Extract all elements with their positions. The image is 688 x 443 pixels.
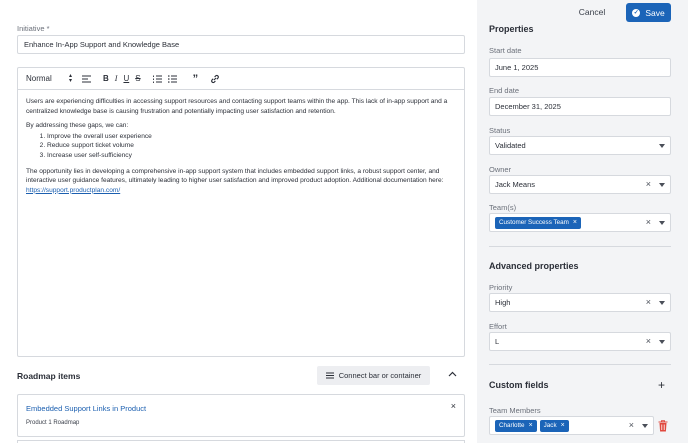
start-date-value: June 1, 2025	[495, 63, 539, 72]
clear-icon[interactable]: ×	[646, 297, 651, 307]
list-icon	[325, 372, 334, 379]
owner-label: Owner	[489, 165, 512, 174]
initiative-name-input[interactable]: Enhance In-App Support and Knowledge Bas…	[17, 35, 465, 54]
updown-icon: ▴ ▾	[68, 72, 72, 84]
member-chip-label: Jack	[543, 422, 557, 429]
connect-bar-label: Connect bar or container	[338, 371, 422, 380]
cancel-button[interactable]: Cancel	[573, 3, 611, 21]
teams-select[interactable]: Customer Success Team × ×	[489, 213, 671, 232]
advanced-properties-title: Advanced properties	[489, 261, 579, 271]
team-members-label: Team Members	[489, 406, 541, 415]
teams-label: Team(s)	[489, 203, 517, 212]
owner-select[interactable]: Jack Means ×	[489, 175, 671, 194]
clear-icon[interactable]: ×	[646, 336, 651, 346]
roadmap-item-card: Embedded Support Links in Product Produc…	[17, 394, 465, 437]
clear-icon[interactable]: ×	[646, 179, 651, 189]
priority-label: Priority	[489, 283, 513, 292]
bullet-list-icon[interactable]	[167, 72, 177, 86]
remove-chip-icon[interactable]: ×	[529, 422, 533, 429]
editor-content[interactable]: Users are experiencing difficulties in a…	[18, 90, 464, 207]
roadmap-item-subtitle: Product 1 Roadmap	[26, 420, 80, 426]
underline-icon[interactable]: U	[123, 72, 129, 86]
roadmap-items-title: Roadmap items	[17, 371, 81, 381]
status-value: Validated	[495, 141, 526, 150]
heading-select-value: Normal	[26, 74, 52, 83]
roadmap-item-title[interactable]: Embedded Support Links in Product	[26, 404, 146, 413]
italic-icon[interactable]: I	[115, 72, 118, 86]
priority-value: High	[495, 298, 511, 307]
paragraph-3: The opportunity lies in developing a com…	[26, 167, 456, 196]
team-members-select[interactable]: Charlotte × Jack × ×	[489, 416, 654, 435]
numbered-list: Improve the overall user experience Redu…	[47, 132, 456, 161]
chevron-down-icon	[659, 340, 665, 344]
clear-icon[interactable]: ×	[646, 217, 651, 227]
status-select[interactable]: Validated	[489, 136, 671, 155]
initiative-editor: Cancel ✓ Save Initiative * Enhance In-Ap…	[0, 0, 688, 443]
list-item: Increase user self-sufficiency	[47, 151, 456, 161]
bold-icon[interactable]: B	[103, 72, 109, 86]
effort-label: Effort	[489, 322, 507, 331]
list-item: Improve the overall user experience	[47, 132, 456, 142]
connect-bar-button[interactable]: Connect bar or container	[317, 366, 430, 385]
editor-toolbar: Normal ▴ ▾ B I U S ”	[18, 68, 464, 90]
start-date-label: Start date	[489, 46, 522, 55]
effort-value: L	[495, 337, 500, 346]
paragraph-1: Users are experiencing difficulties in a…	[26, 98, 448, 115]
effort-select[interactable]: L ×	[489, 332, 671, 351]
save-label: Save	[645, 7, 665, 18]
divider	[489, 364, 671, 365]
trash-icon[interactable]	[658, 419, 668, 432]
member-chip: Jack ×	[539, 419, 569, 432]
paragraph-3-text: The opportunity lies in developing a com…	[26, 167, 444, 185]
owner-value: Jack Means	[495, 180, 536, 189]
chevron-down-icon	[659, 183, 665, 187]
quote-icon[interactable]: ”	[193, 72, 199, 86]
documentation-link[interactable]: https://support.productplan.com/	[26, 187, 120, 194]
remove-chip-icon[interactable]: ×	[573, 219, 577, 226]
team-chip-label: Customer Success Team	[499, 219, 569, 226]
custom-fields-title: Custom fields	[489, 380, 549, 390]
close-icon[interactable]: ×	[451, 401, 456, 411]
list-item: Reduce support ticket volume	[47, 141, 456, 151]
status-label: Status	[489, 126, 511, 135]
chevron-down-icon	[659, 301, 665, 305]
description-editor: Normal ▴ ▾ B I U S ” Users are experienci…	[17, 67, 465, 357]
end-date-label: End date	[489, 86, 520, 95]
chevron-down-icon	[659, 144, 665, 148]
start-date-input[interactable]: June 1, 2025	[489, 58, 671, 77]
initiative-label: Initiative *	[17, 24, 50, 33]
priority-select[interactable]: High ×	[489, 293, 671, 312]
chevron-down-icon	[642, 424, 648, 428]
save-button[interactable]: ✓ Save	[626, 3, 671, 22]
member-chip-label: Charlotte	[499, 422, 525, 429]
add-icon[interactable]: +	[658, 378, 665, 392]
divider	[489, 246, 671, 247]
align-icon[interactable]	[82, 72, 91, 86]
properties-title: Properties	[489, 24, 534, 34]
ordered-list-icon[interactable]	[152, 72, 162, 86]
strikethrough-icon[interactable]: S	[135, 72, 140, 86]
paragraph-2: By addressing these gaps, we can:	[26, 122, 129, 130]
clear-icon[interactable]: ×	[629, 420, 634, 430]
remove-chip-icon[interactable]: ×	[561, 422, 565, 429]
chevron-up-icon[interactable]	[446, 368, 458, 380]
end-date-input[interactable]: December 31, 2025	[489, 97, 671, 116]
link-icon[interactable]	[210, 72, 220, 86]
chevron-down-icon	[659, 221, 665, 225]
team-chip: Customer Success Team ×	[495, 216, 581, 229]
end-date-value: December 31, 2025	[495, 102, 561, 111]
heading-select[interactable]: Normal ▴ ▾	[26, 72, 72, 86]
member-chip: Charlotte ×	[495, 419, 537, 432]
check-icon: ✓	[632, 8, 641, 17]
